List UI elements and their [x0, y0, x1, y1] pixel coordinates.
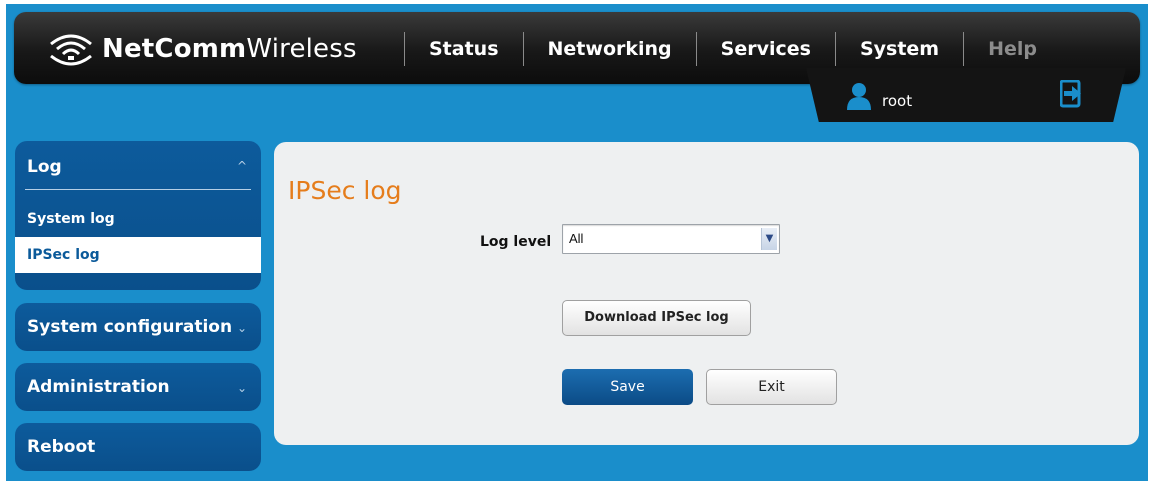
brand-name: NetCommWireless: [102, 34, 357, 64]
sidebar-section-log: Log ^ System log IPSec log: [15, 141, 261, 290]
username-label: root: [882, 92, 913, 110]
nav-networking[interactable]: Networking: [524, 38, 696, 60]
brand-logo[interactable]: NetCommWireless: [48, 28, 357, 70]
log-level-label: Log level: [480, 234, 552, 250]
sidebar-item-ipsec-log[interactable]: IPSec log: [15, 237, 261, 273]
sidebar-section-log-header[interactable]: Log: [27, 157, 62, 177]
download-ipsec-log-button[interactable]: Download IPSec log: [562, 300, 751, 336]
sidebar-divider: [25, 189, 251, 190]
chevron-down-icon[interactable]: ▼: [761, 228, 777, 250]
main-content-panel: IPSec log Log level All ▼ Download IPSec…: [274, 142, 1139, 445]
exit-button[interactable]: Exit: [706, 369, 837, 405]
page-title: IPSec log: [288, 176, 402, 205]
router-admin-window: NetCommWireless Status Networking Servic…: [6, 4, 1148, 481]
chevron-down-icon: ⌄: [236, 381, 247, 395]
chevron-down-icon: ⌄: [236, 321, 247, 335]
sidebar-section-system-configuration[interactable]: System configuration ⌄: [15, 303, 261, 351]
sidebar-section-reboot[interactable]: Reboot: [15, 423, 261, 471]
sidebar-section-label: System configuration: [27, 317, 233, 337]
log-level-value: All: [569, 231, 584, 246]
sidebar-section-label: Administration: [27, 377, 170, 397]
sidebar-item-system-log[interactable]: System log: [27, 211, 115, 227]
main-nav: Status Networking Services System Help: [404, 30, 1061, 68]
chevron-up-icon[interactable]: ^: [237, 159, 247, 173]
nav-system[interactable]: System: [836, 38, 963, 60]
logout-icon[interactable]: [1059, 79, 1084, 112]
user-icon: [846, 82, 872, 114]
wifi-logo-icon: [50, 34, 92, 66]
sidebar-section-label: Reboot: [27, 437, 96, 457]
nav-status[interactable]: Status: [405, 38, 523, 60]
sidebar-section-administration[interactable]: Administration ⌄: [15, 363, 261, 411]
nav-services[interactable]: Services: [697, 38, 835, 60]
log-level-select[interactable]: All ▼: [562, 224, 780, 254]
save-button[interactable]: Save: [562, 369, 693, 405]
nav-help[interactable]: Help: [964, 38, 1061, 60]
user-tab: root: [806, 68, 1126, 122]
